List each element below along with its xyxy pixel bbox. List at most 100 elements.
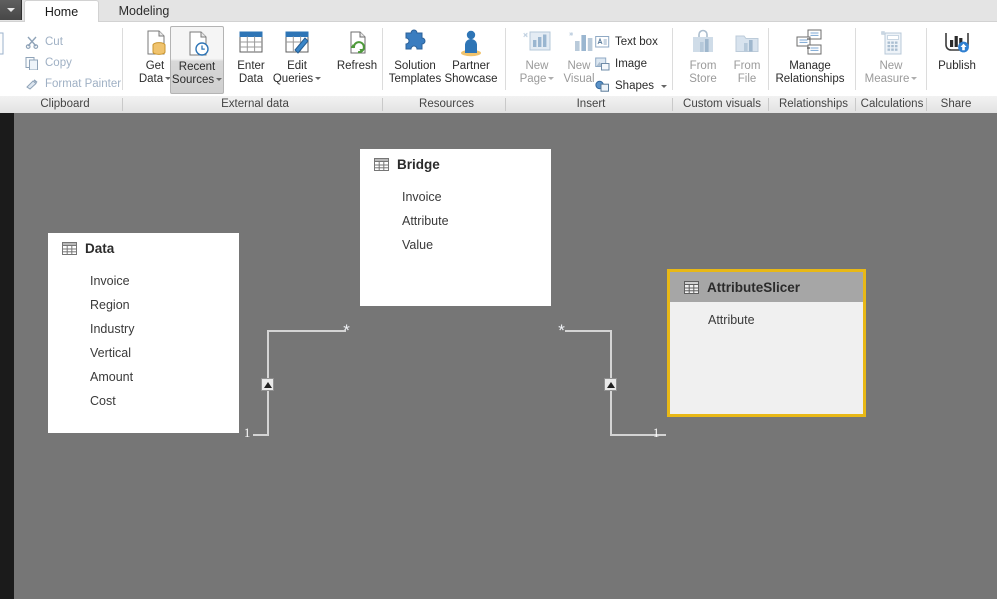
copy-label: Copy <box>45 57 72 69</box>
image-icon <box>594 56 610 72</box>
table-icon <box>62 241 77 255</box>
model-field[interactable]: Amount <box>48 365 239 389</box>
manage-relationships-label-2: Relationships <box>775 72 845 85</box>
model-table-bridge[interactable]: Bridge Invoice Attribute Value <box>360 149 551 306</box>
chevron-down-icon[interactable] <box>661 84 668 88</box>
format-painter-button[interactable]: Format Painter <box>24 74 121 94</box>
chevron-down-icon[interactable] <box>216 77 223 81</box>
copy-icon <box>24 55 40 71</box>
model-field[interactable]: Invoice <box>48 269 239 293</box>
get-data-label-1: Get <box>145 60 165 72</box>
model-table-header[interactable]: Data <box>48 233 239 263</box>
group-label-resources: Resources <box>419 98 474 110</box>
model-field[interactable]: Attribute <box>360 209 551 233</box>
partner-showcase-button[interactable]: Partner Showcase <box>444 26 498 94</box>
refresh-label: Refresh <box>336 60 378 72</box>
paste-label: te <box>0 60 18 73</box>
cut-button[interactable]: Cut <box>24 32 63 52</box>
tab-home[interactable]: Home <box>24 0 99 23</box>
new-measure-button[interactable]: New Measure <box>860 26 922 94</box>
model-table-fields: Invoice Region Industry Vertical Amount … <box>48 263 239 413</box>
model-field[interactable]: Vertical <box>48 341 239 365</box>
image-button[interactable]: Image <box>594 54 647 74</box>
shapes-button[interactable]: Shapes <box>594 76 668 96</box>
enter-data-label-2: Data <box>238 72 264 85</box>
recent-sources-icon <box>171 27 223 61</box>
recent-sources-button[interactable]: Recent Sources <box>170 26 224 94</box>
publish-label: Publish <box>938 60 976 72</box>
model-field[interactable]: Value <box>360 233 551 257</box>
chevron-down-icon[interactable] <box>911 76 918 80</box>
model-field[interactable]: Attribute <box>670 308 863 332</box>
view-navigation-strip[interactable] <box>0 113 14 599</box>
recent-sources-label-2: Sources <box>171 73 215 86</box>
paste-button[interactable]: te <box>0 26 18 94</box>
new-visual-label-1: New <box>567 60 591 72</box>
model-table-data[interactable]: Data Invoice Region Industry Vertical Am… <box>48 233 239 433</box>
group-label-external-data: External data <box>221 98 289 110</box>
group-label-share: Share <box>940 98 972 110</box>
tab-home-label: Home <box>44 4 79 19</box>
model-field[interactable]: Region <box>48 293 239 317</box>
model-field[interactable]: Industry <box>48 317 239 341</box>
publish-icon <box>930 26 984 60</box>
puzzle-piece-icon <box>388 26 442 60</box>
partner-showcase-label-2: Showcase <box>444 72 498 85</box>
new-measure-label-2: Measure <box>864 72 910 85</box>
text-box-label: Text box <box>615 36 658 48</box>
model-table-attributeslicer[interactable]: AttributeSlicer Attribute <box>667 269 866 417</box>
cross-filter-direction-icon[interactable] <box>604 378 617 391</box>
new-page-label-1: New <box>525 60 549 72</box>
solution-templates-button[interactable]: Solution Templates <box>388 26 442 94</box>
cardinality-many-marker: * <box>558 321 565 340</box>
chevron-down-icon <box>7 8 15 12</box>
edit-queries-label-1: Edit <box>287 60 307 72</box>
refresh-button[interactable]: Refresh <box>330 26 384 94</box>
manage-relationships-icon <box>772 26 848 60</box>
copy-button[interactable]: Copy <box>24 53 72 73</box>
format-painter-label: Format Painter <box>45 78 122 90</box>
cardinality-one-marker: 1 <box>244 426 251 440</box>
table-icon <box>684 280 699 294</box>
tab-modeling-label: Modeling <box>118 4 170 18</box>
partner-showcase-label-1: Partner <box>452 60 490 72</box>
from-file-label-1: From <box>733 60 761 72</box>
model-table-header[interactable]: Bridge <box>360 149 551 179</box>
manage-relationships-label-1: Manage <box>789 60 831 72</box>
ribbon-tab-bar: Home Modeling <box>0 0 997 23</box>
quick-access-toolbar-corner[interactable] <box>0 0 22 20</box>
new-page-label-2: Page <box>519 72 547 85</box>
text-box-icon <box>594 34 610 50</box>
new-measure-label-1: New <box>879 60 903 72</box>
manage-relationships-button[interactable]: Manage Relationships <box>772 26 848 94</box>
group-label-relationships: Relationships <box>778 98 849 110</box>
shapes-label: Shapes <box>615 80 655 92</box>
text-box-button[interactable]: Text box <box>594 32 658 52</box>
model-field[interactable]: Invoice <box>360 185 551 209</box>
relationship-view-canvas[interactable]: * 1 * 1 Data Invoice Region Industry Ver… <box>14 113 997 599</box>
enter-data-label-1: Enter <box>237 60 265 72</box>
table-icon <box>374 157 389 171</box>
folder-icon <box>720 26 774 60</box>
refresh-icon <box>330 26 384 60</box>
from-store-label-1: From <box>689 60 717 72</box>
cross-filter-direction-icon[interactable] <box>261 378 274 391</box>
group-label-insert: Insert <box>576 98 606 110</box>
model-table-header[interactable]: AttributeSlicer <box>670 272 863 302</box>
group-label-calculations: Calculations <box>860 98 924 110</box>
model-table-name: AttributeSlicer <box>707 279 801 295</box>
new-visual-label-2: Visual <box>563 72 595 85</box>
chevron-down-icon[interactable] <box>315 76 322 80</box>
model-field[interactable]: Cost <box>48 389 239 413</box>
recent-sources-label-1: Recent <box>178 61 216 73</box>
from-file-label-2: File <box>737 72 757 85</box>
from-file-button[interactable]: From File <box>720 26 774 94</box>
edit-queries-icon <box>270 26 324 60</box>
publish-button[interactable]: Publish <box>930 26 984 94</box>
model-table-fields: Invoice Attribute Value <box>360 179 551 257</box>
cut-label: Cut <box>45 36 63 48</box>
shapes-icon <box>594 78 610 94</box>
tab-modeling[interactable]: Modeling <box>102 0 186 22</box>
edit-queries-button[interactable]: Edit Queries <box>270 26 324 94</box>
model-table-name: Bridge <box>397 156 440 172</box>
